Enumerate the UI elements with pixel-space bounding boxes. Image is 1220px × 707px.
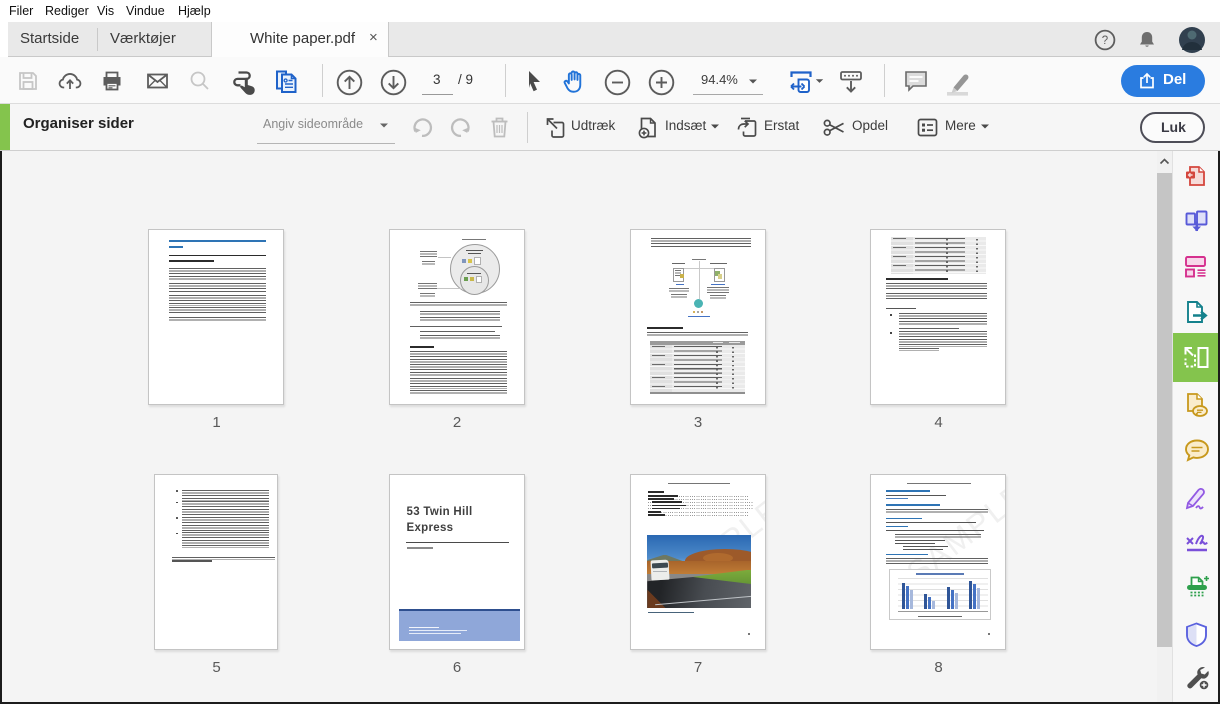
svg-text:?: ?: [1102, 35, 1108, 47]
